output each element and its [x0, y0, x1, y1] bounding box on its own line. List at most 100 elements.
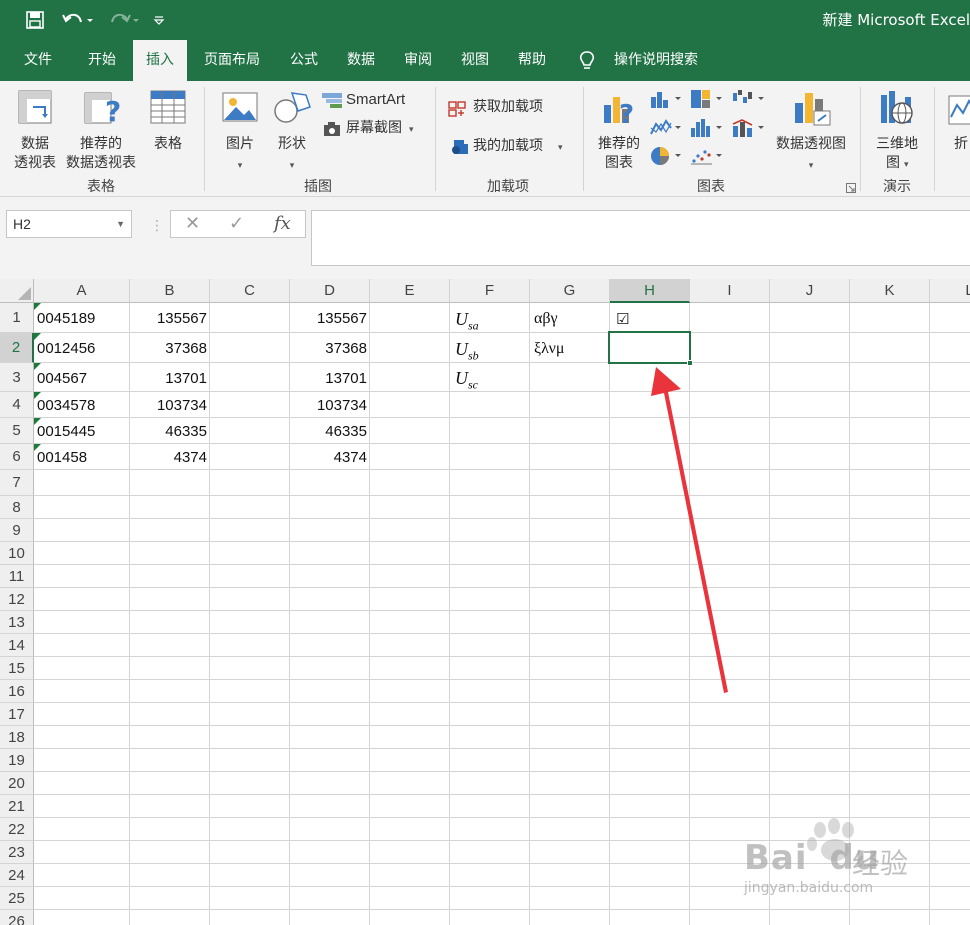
tab-formulas[interactable]: 公式 [278, 40, 330, 81]
name-box[interactable]: H2 ▼ [6, 210, 132, 238]
row-header-18[interactable]: 18 [0, 726, 34, 749]
insert-function-icon[interactable]: fx [274, 213, 291, 234]
number-stored-as-text-indicator[interactable] [34, 333, 41, 340]
chevron-down-icon[interactable]: ▼ [116, 211, 125, 237]
row-header-12[interactable]: 12 [0, 588, 34, 611]
my-addins-button[interactable]: 我的加载项 ▾ [448, 136, 572, 158]
column-header-g[interactable]: G [530, 279, 610, 303]
row-header-14[interactable]: 14 [0, 634, 34, 657]
3d-map-button[interactable]: 三维地 图 ▾ [866, 87, 928, 173]
row-header-7[interactable]: 7 [0, 470, 34, 496]
select-all-corner[interactable] [0, 279, 34, 303]
cell-d1[interactable]: 135567 [290, 303, 370, 333]
tab-page-layout[interactable]: 页面布局 [194, 40, 270, 81]
redo-icon[interactable] [104, 8, 144, 32]
row-header-16[interactable]: 16 [0, 680, 34, 703]
row-header-20[interactable]: 20 [0, 772, 34, 795]
number-stored-as-text-indicator[interactable] [34, 303, 41, 310]
row-header-15[interactable]: 15 [0, 657, 34, 680]
scatter-chart-icon[interactable] [690, 146, 726, 171]
cell-a4[interactable]: 0034578 [34, 392, 130, 418]
tab-review[interactable]: 审阅 [392, 40, 444, 81]
get-addins-button[interactable]: 获取加载项 [448, 97, 568, 119]
column-chart-icon[interactable] [650, 89, 684, 114]
combo-chart-icon[interactable] [732, 118, 768, 143]
number-stored-as-text-indicator[interactable] [34, 444, 41, 451]
cell-d4[interactable]: 103734 [290, 392, 370, 418]
enter-icon[interactable]: ✓ [229, 213, 244, 234]
pictures-button[interactable]: 图片 ▾ [217, 87, 263, 173]
cell-b3[interactable]: 13701 [130, 363, 210, 392]
row-header-2[interactable]: 2 [0, 333, 34, 363]
recommended-pivot-button[interactable]: ? 推荐的 数据透视表 [63, 87, 139, 173]
tell-me-search[interactable]: 操作说明搜索 [604, 40, 708, 81]
cell-h1-checkbox[interactable]: ☑ [610, 303, 690, 333]
row-header-8[interactable]: 8 [0, 496, 34, 519]
column-header-f[interactable]: F [450, 279, 530, 303]
row-header-13[interactable]: 13 [0, 611, 34, 634]
cell-f2[interactable]: Usb [450, 333, 530, 363]
row-header-26[interactable]: 26 [0, 910, 34, 925]
cell-d3[interactable]: 13701 [290, 363, 370, 392]
save-icon[interactable] [22, 8, 48, 32]
cell-d6[interactable]: 4374 [290, 444, 370, 470]
cell-a2[interactable]: 0012456 [34, 333, 130, 363]
cell-g1[interactable]: αβγ [530, 303, 610, 333]
row-header-23[interactable]: 23 [0, 841, 34, 864]
row-header-6[interactable]: 6 [0, 444, 34, 470]
tab-help[interactable]: 帮助 [506, 40, 558, 81]
row-header-3[interactable]: 3 [0, 363, 34, 392]
cell-b2[interactable]: 37368 [130, 333, 210, 363]
cell-b6[interactable]: 4374 [130, 444, 210, 470]
cell-b4[interactable]: 103734 [130, 392, 210, 418]
tab-view[interactable]: 视图 [449, 40, 501, 81]
customize-qat-icon[interactable] [150, 8, 168, 32]
statistic-chart-icon[interactable] [690, 118, 726, 143]
cancel-icon[interactable]: ✕ [185, 213, 200, 234]
column-header-h[interactable]: H [610, 279, 690, 303]
cell-b5[interactable]: 46335 [130, 418, 210, 444]
dialog-launcher-icon[interactable] [846, 180, 856, 198]
column-header-a[interactable]: A [34, 279, 130, 303]
pie-chart-icon[interactable] [650, 146, 684, 171]
hierarchy-chart-icon[interactable] [690, 89, 726, 114]
pivot-chart-button[interactable]: 数据透视图 ▾ [772, 87, 850, 173]
row-header-22[interactable]: 22 [0, 818, 34, 841]
line-chart-icon[interactable] [650, 118, 684, 143]
row-header-5[interactable]: 5 [0, 418, 34, 444]
cell-a5[interactable]: 0015445 [34, 418, 130, 444]
cell-b1[interactable]: 135567 [130, 303, 210, 333]
tab-home[interactable]: 开始 [74, 40, 130, 81]
cell-a6[interactable]: 001458 [34, 444, 130, 470]
row-header-19[interactable]: 19 [0, 749, 34, 772]
fill-handle[interactable] [687, 360, 693, 366]
number-stored-as-text-indicator[interactable] [34, 363, 41, 370]
row-header-9[interactable]: 9 [0, 519, 34, 542]
recommended-charts-button[interactable]: ? 推荐的 图表 [593, 87, 645, 173]
column-header-d[interactable]: D [290, 279, 370, 303]
cell-f1[interactable]: Usa [450, 303, 530, 333]
cell-d5[interactable]: 46335 [290, 418, 370, 444]
undo-icon[interactable] [58, 8, 98, 32]
number-stored-as-text-indicator[interactable] [34, 418, 41, 425]
cell-a3[interactable]: 004567 [34, 363, 130, 392]
smartart-button[interactable]: SmartArt [321, 89, 421, 111]
sparkline-button[interactable]: 折 [944, 87, 970, 173]
cell-f3[interactable]: Usc [450, 363, 530, 392]
tab-insert[interactable]: 插入 [133, 40, 187, 81]
column-header-c[interactable]: C [210, 279, 290, 303]
row-header-21[interactable]: 21 [0, 795, 34, 818]
column-header-i[interactable]: I [690, 279, 770, 303]
column-header-l[interactable]: L [930, 279, 970, 303]
column-header-j[interactable]: J [770, 279, 850, 303]
row-header-1[interactable]: 1 [0, 303, 34, 333]
formula-bar-splitter-icon[interactable]: ⋮ [150, 217, 164, 234]
column-header-b[interactable]: B [130, 279, 210, 303]
column-header-k[interactable]: K [850, 279, 930, 303]
pivot-table-button[interactable]: 数据 透视表 [8, 87, 62, 173]
lightbulb-icon[interactable] [577, 50, 597, 77]
tab-data[interactable]: 数据 [335, 40, 387, 81]
cell-d2[interactable]: 37368 [290, 333, 370, 363]
shapes-button[interactable]: 形状 ▾ [268, 87, 316, 173]
cell-g2[interactable]: ξλνμ [530, 333, 610, 363]
